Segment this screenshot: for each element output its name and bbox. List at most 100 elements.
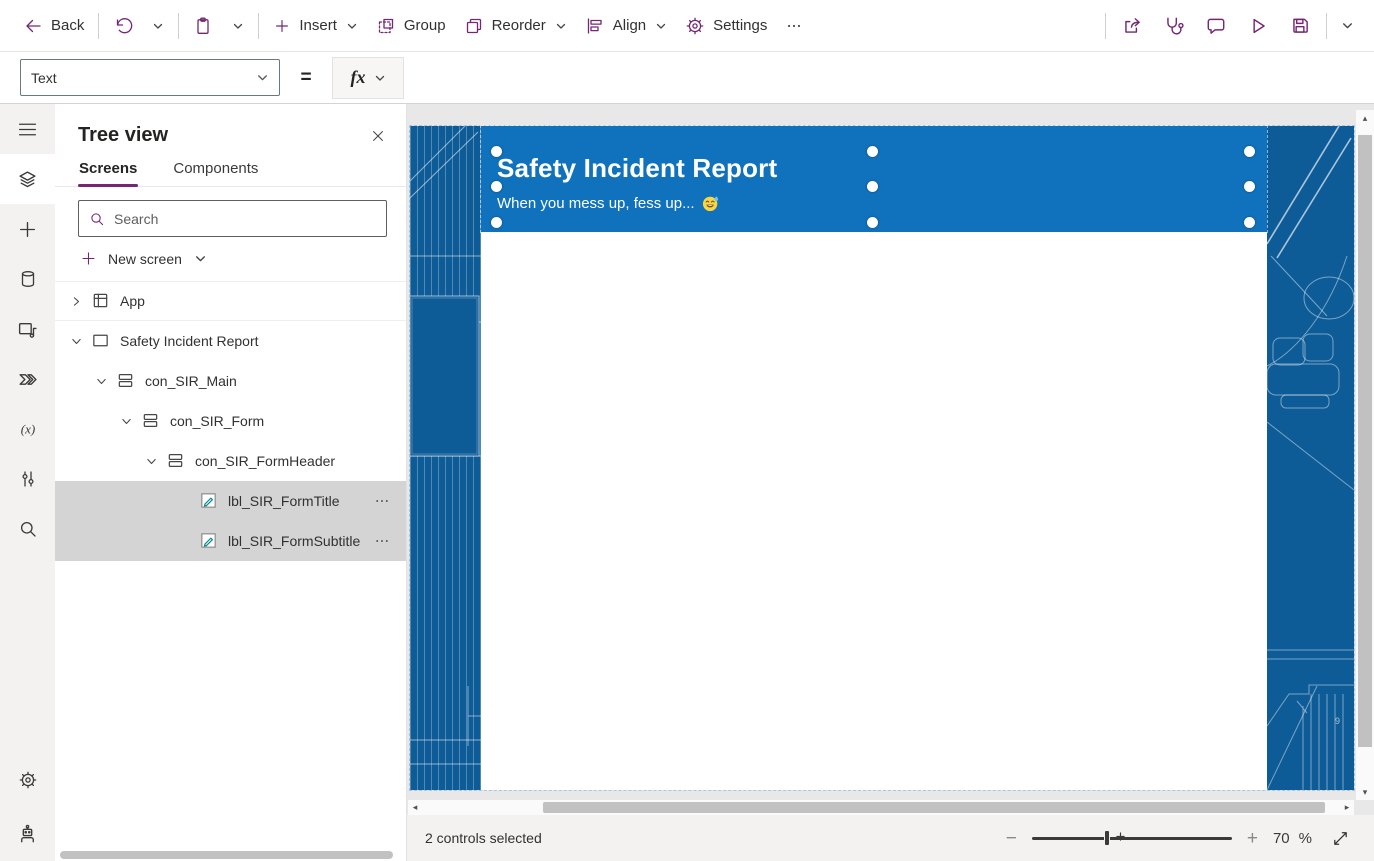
overflow-button[interactable]: [776, 8, 812, 44]
share-button[interactable]: [1111, 8, 1153, 44]
zoom-slider-thumb[interactable]: [1104, 830, 1110, 846]
group-button[interactable]: Group: [367, 8, 455, 44]
save-menu-button[interactable]: [1332, 8, 1362, 44]
close-panel-button[interactable]: [370, 128, 386, 144]
form-title-label[interactable]: Safety Incident Report: [497, 153, 777, 184]
zoom-slider-track[interactable]: [1032, 837, 1232, 840]
vertical-scrollbar[interactable]: ▴ ▾: [1356, 110, 1374, 800]
container-icon: [141, 411, 161, 431]
comments-button[interactable]: [1195, 8, 1237, 44]
zoom-in-button[interactable]: +: [1247, 829, 1258, 848]
align-button[interactable]: Align: [576, 8, 676, 44]
more-options-button[interactable]: [374, 493, 390, 509]
chevron-down-icon: [655, 20, 667, 32]
horizontal-scrollbar-thumb[interactable]: [543, 802, 1325, 813]
scroll-down-button[interactable]: ▾: [1356, 784, 1374, 800]
insert-rail-button[interactable]: [0, 204, 55, 254]
undo-button[interactable]: [104, 8, 142, 44]
settings-button[interactable]: Settings: [676, 8, 776, 44]
selection-handle[interactable]: [867, 181, 878, 192]
fit-to-window-button[interactable]: [1331, 829, 1350, 848]
close-icon: [370, 128, 386, 144]
virtual-agent-rail-button[interactable]: [0, 805, 55, 861]
panel-horizontal-scrollbar-thumb[interactable]: [60, 851, 393, 859]
selection-handle[interactable]: [491, 146, 502, 157]
paste-menu-button[interactable]: [222, 8, 253, 44]
app-checker-button[interactable]: [1153, 8, 1195, 44]
formula-bar: Text = fx: [0, 52, 1374, 104]
vertical-scrollbar-thumb[interactable]: [1358, 135, 1372, 747]
chevron-down-icon[interactable]: [118, 415, 134, 428]
media-rail-button[interactable]: [0, 304, 55, 354]
search-input[interactable]: [114, 211, 376, 227]
property-selected-value: Text: [31, 70, 57, 86]
align-icon: [585, 16, 605, 36]
scroll-up-button[interactable]: ▴: [1356, 110, 1374, 126]
menu-button[interactable]: [0, 104, 55, 154]
selection-handle[interactable]: [867, 146, 878, 157]
paste-button[interactable]: [184, 8, 222, 44]
svg-text:9: 9: [1335, 716, 1340, 726]
app-screen-canvas[interactable]: 9 Safety Incident Report When you mess u…: [410, 126, 1354, 790]
chevron-down-icon: [346, 20, 358, 32]
formula-input[interactable]: [404, 52, 1374, 103]
container-icon: [116, 371, 136, 391]
tree-item-container-main[interactable]: con_SIR_Main: [55, 361, 406, 401]
variables-rail-button[interactable]: (x): [0, 404, 55, 454]
media-icon: [17, 319, 38, 340]
tab-screens[interactable]: Screens: [78, 155, 138, 186]
tree-item-app[interactable]: App: [55, 281, 406, 321]
align-label: Align: [613, 17, 646, 34]
fx-dropdown[interactable]: fx: [332, 57, 404, 99]
chevron-right-icon[interactable]: [68, 295, 84, 308]
selection-handle[interactable]: [1244, 181, 1255, 192]
search-rail-button[interactable]: [0, 504, 55, 554]
horizontal-scrollbar[interactable]: ◂ ▸: [408, 800, 1354, 815]
tree-item-label: con_SIR_Main: [145, 373, 237, 389]
selection-handle[interactable]: [1244, 146, 1255, 157]
toolbar-divider: [98, 13, 99, 39]
undo-menu-button[interactable]: [142, 8, 173, 44]
search-box[interactable]: [78, 200, 387, 237]
power-automate-rail-button[interactable]: [0, 354, 55, 404]
data-rail-button[interactable]: [0, 254, 55, 304]
tab-components[interactable]: Components: [172, 155, 259, 186]
new-screen-button[interactable]: New screen: [55, 237, 406, 276]
zoom-100-tick: [1116, 832, 1125, 841]
settings-rail-button[interactable]: [0, 755, 55, 805]
selection-handle[interactable]: [491, 181, 502, 192]
panel-title: Tree view: [78, 124, 168, 147]
chevron-down-icon[interactable]: [68, 335, 84, 348]
save-button[interactable]: [1279, 8, 1321, 44]
chevron-down-icon: [256, 71, 269, 84]
more-options-button[interactable]: [374, 533, 390, 549]
scroll-left-button[interactable]: ◂: [408, 800, 422, 815]
scroll-right-button[interactable]: ▸: [1340, 800, 1354, 815]
form-body[interactable]: [481, 232, 1267, 790]
property-dropdown[interactable]: Text: [20, 59, 280, 96]
back-button[interactable]: Back: [14, 8, 93, 44]
zoom-unit: %: [1299, 830, 1312, 847]
settings-label: Settings: [713, 17, 767, 34]
selection-handle[interactable]: [491, 217, 502, 228]
tree-item-label-formsubtitle[interactable]: lbl_SIR_FormSubtitle: [55, 521, 406, 561]
tree-item-label: con_SIR_Form: [170, 413, 264, 429]
form-header-container[interactable]: Safety Incident Report When you mess up,…: [481, 126, 1267, 232]
advanced-tools-rail-button[interactable]: [0, 454, 55, 504]
selection-handle[interactable]: [1244, 217, 1255, 228]
insert-button[interactable]: Insert: [264, 8, 367, 44]
chevron-down-icon[interactable]: [143, 455, 159, 468]
zoom-slider[interactable]: [1032, 829, 1232, 847]
tree-view-rail-button[interactable]: [0, 154, 55, 204]
selection-handle[interactable]: [867, 217, 878, 228]
chevron-down-icon[interactable]: [93, 375, 109, 388]
zoom-out-button[interactable]: −: [1006, 829, 1017, 848]
reorder-button[interactable]: Reorder: [455, 8, 576, 44]
tree-item-label-formtitle[interactable]: lbl_SIR_FormTitle: [55, 481, 406, 521]
back-label: Back: [51, 17, 84, 34]
tree-item-screen[interactable]: Safety Incident Report: [55, 321, 406, 361]
preview-button[interactable]: [1237, 8, 1279, 44]
tree-item-container-form[interactable]: con_SIR_Form: [55, 401, 406, 441]
tree-item-container-formheader[interactable]: con_SIR_FormHeader: [55, 441, 406, 481]
form-subtitle-label[interactable]: When you mess up, fess up...: [497, 195, 719, 212]
